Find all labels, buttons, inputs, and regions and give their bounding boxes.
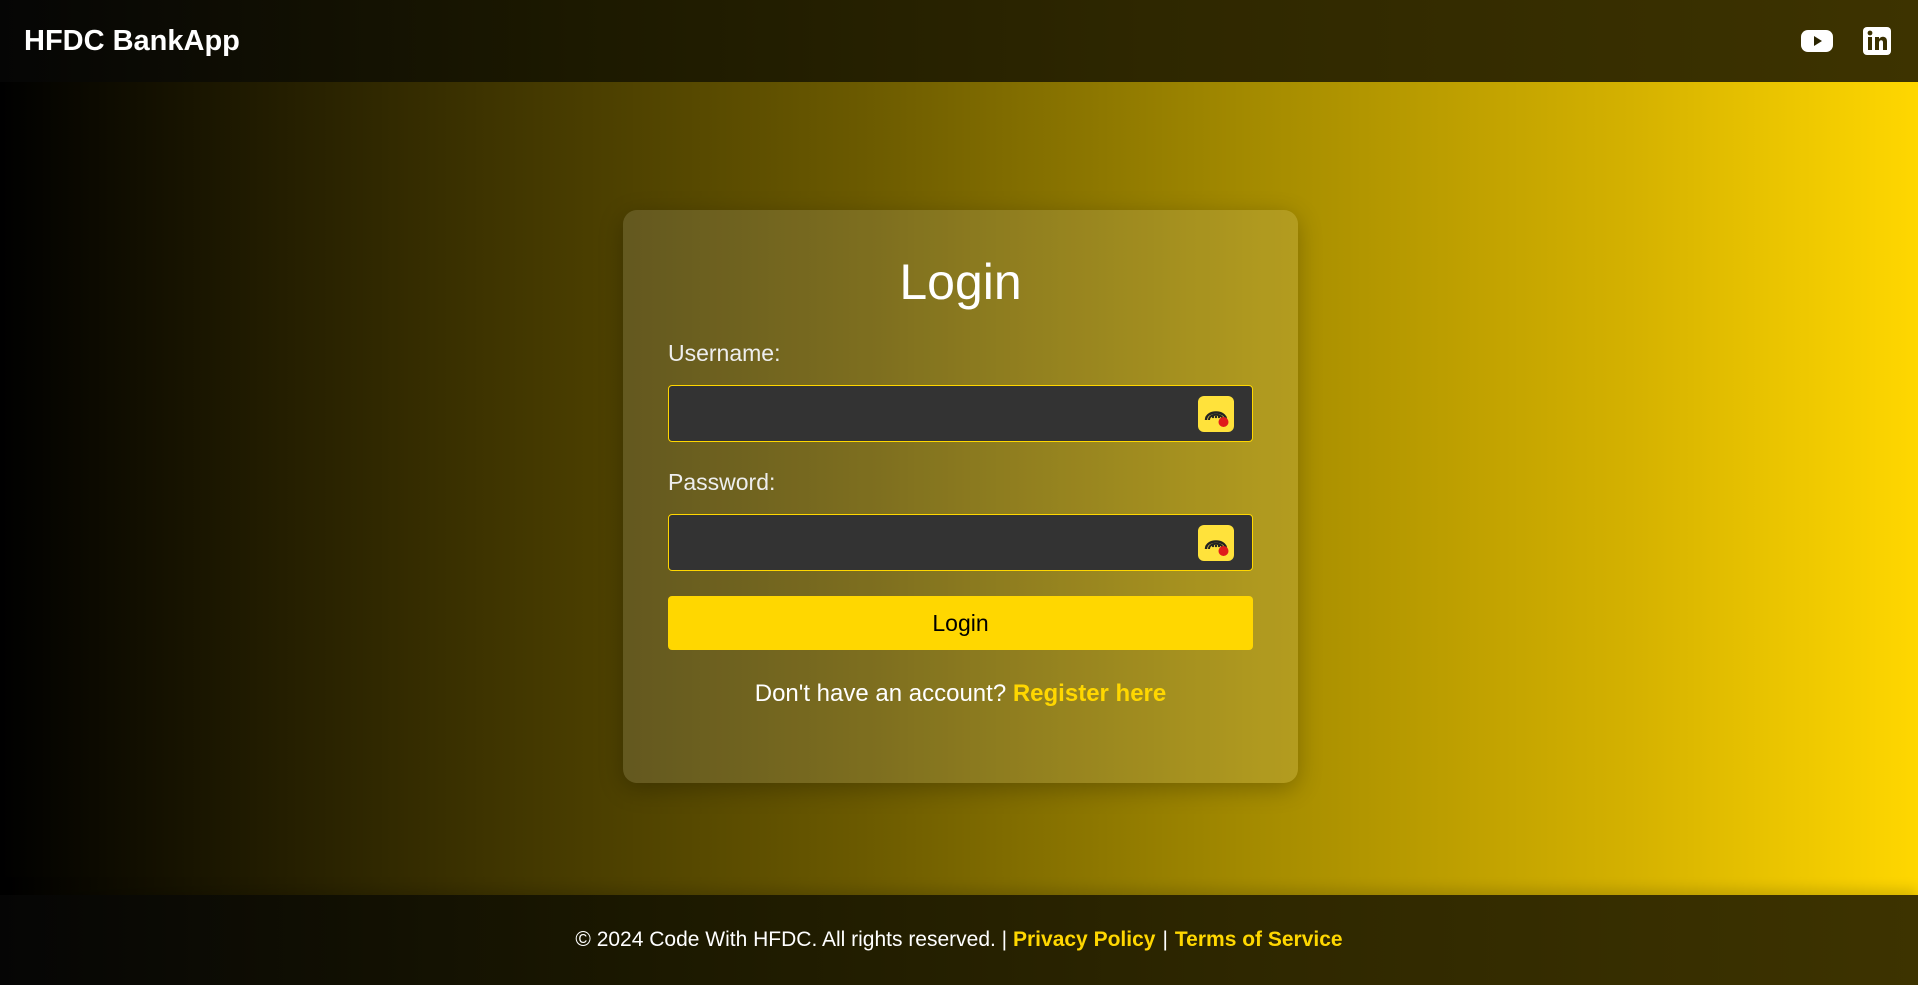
login-button[interactable]: Login bbox=[668, 596, 1253, 650]
youtube-icon bbox=[1801, 30, 1833, 52]
password-input[interactable] bbox=[669, 515, 1252, 570]
username-field-wrapper bbox=[668, 385, 1253, 442]
username-input[interactable] bbox=[669, 386, 1252, 441]
brand-logo[interactable]: HFDC BankApp bbox=[24, 25, 240, 58]
username-label: Username: bbox=[668, 340, 781, 366]
navbar: HFDC BankApp bbox=[0, 0, 1918, 82]
footer-separator: | bbox=[1162, 928, 1168, 951]
password-field-wrapper bbox=[668, 514, 1253, 571]
password-label: Password: bbox=[668, 469, 776, 495]
linkedin-link[interactable] bbox=[1860, 24, 1894, 58]
register-prompt-text: Don't have an account? bbox=[754, 680, 1007, 707]
register-prompt: Don't have an account? Register here bbox=[668, 680, 1253, 708]
login-title: Login bbox=[899, 254, 1022, 310]
password-manager-icon[interactable] bbox=[1198, 396, 1234, 432]
register-link[interactable]: Register here bbox=[1013, 680, 1166, 707]
password-manager-icon[interactable] bbox=[1198, 525, 1234, 561]
privacy-policy-link[interactable]: Privacy Policy bbox=[1013, 928, 1155, 952]
linkedin-icon bbox=[1863, 27, 1891, 55]
login-card: Login Username: Password: Login Don't ha… bbox=[623, 210, 1298, 783]
social-links bbox=[1800, 24, 1894, 58]
terms-of-service-link[interactable]: Terms of Service bbox=[1175, 928, 1343, 952]
youtube-link[interactable] bbox=[1800, 24, 1834, 58]
footer: © 2024 Code With HFDC. All rights reserv… bbox=[0, 895, 1918, 985]
copyright-text: © 2024 Code With HFDC. All rights reserv… bbox=[575, 928, 1008, 951]
